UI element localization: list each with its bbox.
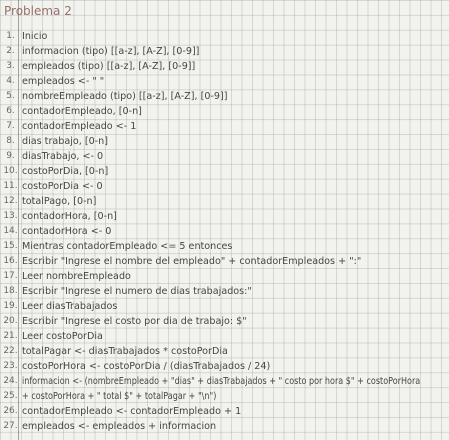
line-number: 27. — [3, 421, 18, 431]
line-text: nombreEmpleado (tipo) [[a-z], [A-Z], [0-… — [22, 91, 228, 102]
line-text: empleados <- " " — [22, 76, 105, 87]
line-text: + costoPorHora + " total $" + totalPagar… — [22, 391, 217, 402]
line-text: totalPago, [0-n] — [22, 196, 97, 207]
line-text: Leer costoPorDia — [22, 331, 103, 342]
line-number: 3. — [6, 61, 15, 71]
code-line: 11. costoPorDia <- 0 — [0, 180, 449, 195]
code-line: 20. Escribir "Ingrese el costo por dia de… — [0, 315, 449, 330]
code-line: 19. Leer diasTrabajados — [0, 300, 449, 315]
line-number: 19. — [3, 301, 18, 311]
page-title: Problema 2 — [4, 4, 72, 18]
line-text: diasTrabajo, <- 0 — [22, 151, 104, 162]
code-line: 21. Leer costoPorDia — [0, 330, 449, 345]
line-text: Escribir "Ingrese el numero de dias trab… — [22, 286, 252, 297]
line-text: informacion (tipo) [[a-z], [A-Z], [0-9]] — [22, 46, 200, 57]
line-number: 22. — [3, 346, 18, 356]
code-line: 24. informacion <- (nombreEmpleado + "dia… — [0, 375, 449, 390]
line-number: 17. — [3, 271, 18, 281]
line-number: 24. — [3, 376, 18, 386]
line-text: Escribir "Ingrese el costo por dia de tr… — [22, 316, 247, 327]
line-number: 4. — [6, 76, 15, 86]
code-line: 8. dias trabajo, [0-n] — [0, 135, 449, 150]
code-line: 10. costoPorDia, [0-n] — [0, 165, 449, 180]
line-text: totalPagar <- diasTrabajados * costoPorD… — [22, 346, 228, 357]
line-text: Inicio — [22, 31, 48, 42]
code-line: 18. Escribir "Ingrese el numero de dias t… — [0, 285, 449, 300]
line-number: 12. — [3, 196, 18, 206]
code-line: 6. contadorEmpleado, [0-n] — [0, 105, 449, 120]
line-number: 11. — [3, 181, 18, 191]
line-number: 10. — [3, 166, 18, 176]
code-line: 7. contadorEmpleado <- 1 — [0, 120, 449, 135]
code-line: 3. empleados (tipo) [[a-z], [A-Z], [0-9]] — [0, 60, 449, 75]
line-number: 25. — [3, 391, 18, 401]
line-text: Leer diasTrabajados — [22, 301, 118, 312]
code-line: 9. diasTrabajo, <- 0 — [0, 150, 449, 165]
code-line: 13. contadorHora, [0-n] — [0, 210, 449, 225]
line-text: costoPorDia <- 0 — [22, 181, 103, 192]
line-text: empleados <- empleados + informacion — [22, 421, 217, 432]
line-text: contadorEmpleado <- 1 — [22, 121, 137, 132]
line-text: costoPorDia, [0-n] — [22, 166, 109, 177]
code-line: 22. totalPagar <- diasTrabajados * costoP… — [0, 345, 449, 360]
line-number: 13. — [3, 211, 18, 221]
line-number: 15. — [3, 241, 18, 251]
line-text: dias trabajo, [0-n] — [22, 136, 109, 147]
line-number: 14. — [3, 226, 18, 236]
line-number: 23. — [3, 361, 18, 371]
line-text: Leer nombreEmpleado — [22, 271, 131, 282]
code-line: 12. totalPago, [0-n] — [0, 195, 449, 210]
code-line: 25. + costoPorHora + " total $" + totalPa… — [0, 390, 449, 405]
line-number: 7. — [6, 121, 15, 131]
line-number: 16. — [3, 256, 18, 266]
line-text: contadorHora <- 0 — [22, 226, 112, 237]
code-line: 5. nombreEmpleado (tipo) [[a-z], [A-Z], [… — [0, 90, 449, 105]
line-number: 18. — [3, 286, 18, 296]
line-text: contadorEmpleado <- contadorEmpleado + 1 — [22, 406, 242, 417]
line-text: informacion <- (nombreEmpleado + "dias" … — [22, 376, 421, 387]
line-number: 9. — [6, 151, 15, 161]
line-text: contadorHora, [0-n] — [22, 211, 117, 222]
line-number: 20. — [3, 316, 18, 326]
code-line: 1. Inicio — [0, 30, 449, 45]
code-line: 16. Escribir "Ingrese el nombre del emple… — [0, 255, 449, 270]
line-number: 26. — [3, 406, 18, 416]
line-number: 21. — [3, 331, 18, 341]
line-number: 8. — [6, 136, 15, 146]
code-line: 4. empleados <- " " — [0, 75, 449, 90]
code-line: 26. contadorEmpleado <- contadorEmpleado … — [0, 405, 449, 420]
line-text: costoPorHora <- costoPorDia / (diasTraba… — [22, 361, 271, 372]
line-text: Escribir "Ingrese el nombre del empleado… — [22, 256, 362, 267]
code-line: 17. Leer nombreEmpleado — [0, 270, 449, 285]
code-line: 14. contadorHora <- 0 — [0, 225, 449, 240]
code-line: 15. Mientras contadorEmpleado <= 5 entonc… — [0, 240, 449, 255]
line-text: Mientras contadorEmpleado <= 5 entonces — [22, 241, 233, 252]
line-number: 6. — [6, 106, 15, 116]
code-line: 23. costoPorHora <- costoPorDia / (diasTr… — [0, 360, 449, 375]
line-number: 1. — [6, 31, 15, 41]
line-number: 5. — [6, 91, 15, 101]
code-line: 27. empleados <- empleados + informacion — [0, 420, 449, 435]
line-text: contadorEmpleado, [0-n] — [22, 106, 142, 117]
line-text: empleados (tipo) [[a-z], [A-Z], [0-9]] — [22, 61, 196, 72]
line-number: 2. — [6, 46, 15, 56]
code-line: 2. informacion (tipo) [[a-z], [A-Z], [0-9… — [0, 45, 449, 60]
notebook-page: Problema 2 1. Inicio 2. informacion (tipo)… — [0, 0, 449, 440]
